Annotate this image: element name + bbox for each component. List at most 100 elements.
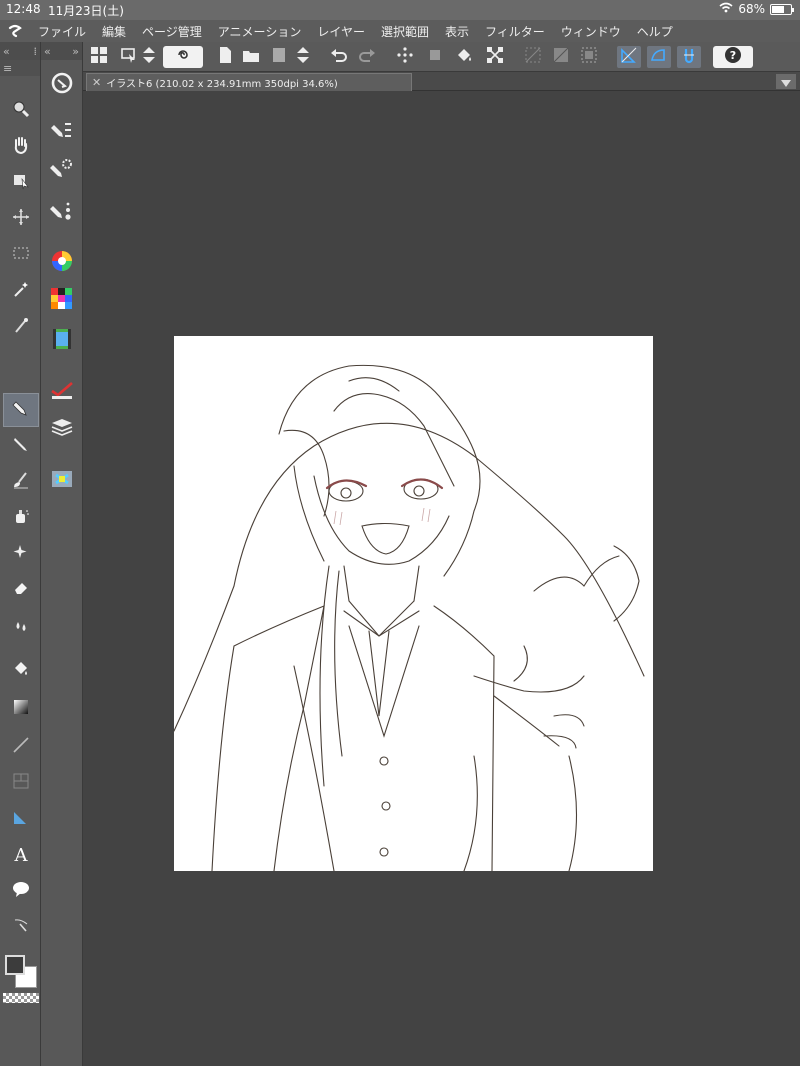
- sparkle-icon: [11, 542, 31, 566]
- grid-menu-button[interactable]: [87, 46, 111, 68]
- wifi-icon: [719, 2, 733, 16]
- color-wheel-button[interactable]: [45, 246, 79, 280]
- pen-dots-icon: [50, 199, 74, 227]
- scroll-updown-button-2[interactable]: [295, 46, 311, 68]
- selection-rect-icon: [11, 243, 31, 267]
- menu-animation[interactable]: アニメーション: [210, 23, 310, 40]
- blend-tool[interactable]: [3, 611, 39, 645]
- fill-button[interactable]: [453, 46, 477, 68]
- color-wheel-icon: [50, 249, 74, 277]
- balloon-tool[interactable]: [3, 874, 39, 908]
- eraser-tool[interactable]: [3, 573, 39, 607]
- close-tab-icon[interactable]: ✕: [92, 76, 101, 89]
- move-layer-icon: [11, 207, 31, 231]
- sub-palette-header: « »: [41, 42, 82, 60]
- hide-selection-button[interactable]: [521, 46, 545, 68]
- layer-property-button[interactable]: [45, 374, 79, 408]
- figure-tool[interactable]: [3, 730, 39, 764]
- selection-border-button[interactable]: [577, 46, 601, 68]
- transform-button[interactable]: [483, 46, 507, 68]
- new-file-button[interactable]: [213, 46, 237, 68]
- operation-tool[interactable]: [3, 166, 39, 200]
- menu-bar: ファイル 編集 ページ管理 アニメーション レイヤー 選択範囲 表示 フィルター…: [0, 20, 800, 42]
- undo-button[interactable]: [327, 46, 351, 68]
- airbrush-tool[interactable]: [3, 501, 39, 535]
- timeline-button[interactable]: [45, 324, 79, 358]
- move-layer-tool[interactable]: [3, 202, 39, 236]
- color-set-button[interactable]: [45, 284, 79, 318]
- sub-tool-palette-button[interactable]: [45, 116, 79, 150]
- eraser-icon: [11, 578, 31, 602]
- frame-icon: [11, 771, 31, 795]
- menu-layer[interactable]: レイヤー: [309, 23, 373, 40]
- magnifier-icon: [11, 99, 31, 123]
- menu-view[interactable]: 表示: [437, 23, 477, 40]
- snap-grid-button[interactable]: [677, 46, 701, 68]
- eyedropper-tool[interactable]: [3, 310, 39, 344]
- tab-menu-button[interactable]: [776, 74, 796, 89]
- clip-studio-button[interactable]: [163, 46, 203, 68]
- gradient-tool[interactable]: [3, 692, 39, 726]
- snap-ruler-icon: [620, 46, 638, 68]
- hand-tool[interactable]: [3, 130, 39, 164]
- pen-tool[interactable]: [3, 393, 39, 427]
- canvas-tab[interactable]: ✕ イラスト6 (210.02 x 234.91mm 350dpi 34.6%): [86, 73, 412, 91]
- collapse-left-icon-2[interactable]: «: [44, 45, 51, 58]
- zoom-tool[interactable]: [3, 94, 39, 128]
- redo-button[interactable]: [355, 46, 379, 68]
- palette-menu-icon[interactable]: ≡: [3, 62, 12, 75]
- brush-size-button[interactable]: [45, 196, 79, 230]
- battery-icon: [770, 3, 794, 15]
- magic-wand-icon: [11, 279, 31, 303]
- canvas-artboard[interactable]: [174, 336, 653, 871]
- snap-ruler-button[interactable]: [617, 46, 641, 68]
- selection-tool[interactable]: [3, 238, 39, 272]
- layer-palette-button[interactable]: [45, 412, 79, 446]
- collapse-left-icon[interactable]: «: [3, 45, 10, 58]
- help-button[interactable]: ?: [713, 46, 753, 68]
- menu-page-management[interactable]: ページ管理: [134, 23, 210, 40]
- frame-border-tool[interactable]: [3, 766, 39, 800]
- decoration-tool[interactable]: [3, 537, 39, 571]
- menu-window[interactable]: ウィンドウ: [553, 23, 629, 40]
- pencil-tool[interactable]: [3, 429, 39, 463]
- transparent-color-swatch[interactable]: [3, 993, 39, 1003]
- palette-grip-icon[interactable]: ⁞: [34, 45, 38, 58]
- chevron-down-icon: [781, 72, 791, 91]
- clear-button[interactable]: [393, 46, 417, 68]
- status-bar: 12:48 11月23日(土) 68%: [0, 0, 800, 20]
- menu-filter[interactable]: フィルター: [477, 23, 553, 40]
- menu-file[interactable]: ファイル: [30, 23, 94, 40]
- snap-special-ruler-button[interactable]: [647, 46, 671, 68]
- scroll-updown-button[interactable]: [141, 46, 157, 68]
- main-color-swatch[interactable]: [5, 955, 25, 975]
- tool-property-button[interactable]: [45, 154, 79, 188]
- navigator-button[interactable]: [45, 464, 79, 498]
- menu-edit[interactable]: 編集: [94, 23, 134, 40]
- menu-selection[interactable]: 選択範囲: [373, 23, 437, 40]
- snap-special-ruler-icon: [650, 46, 668, 68]
- snap-diagonal-icon: [552, 46, 570, 68]
- correct-line-tool[interactable]: [3, 910, 39, 944]
- snap-selection-button[interactable]: [549, 46, 573, 68]
- clip-studio-logo-icon[interactable]: [0, 20, 30, 42]
- clear-outside-icon: [426, 46, 444, 68]
- tool-palette-menu[interactable]: ≡: [0, 60, 40, 76]
- menu-help[interactable]: ヘルプ: [629, 23, 681, 40]
- collapse-right-icon[interactable]: »: [72, 45, 79, 58]
- color-set-icon: [50, 287, 74, 315]
- fill-tool[interactable]: [3, 654, 39, 688]
- clip-studio-search-button[interactable]: [45, 68, 79, 102]
- text-tool[interactable]: A: [3, 838, 39, 872]
- tool-palette-header: « ⁞: [0, 42, 40, 60]
- text-icon: A: [14, 844, 28, 866]
- select-canvas-button[interactable]: [117, 46, 141, 68]
- auto-select-tool[interactable]: [3, 274, 39, 308]
- ruler-tool[interactable]: [3, 802, 39, 836]
- save-button[interactable]: [267, 46, 291, 68]
- brush-tool[interactable]: [3, 465, 39, 499]
- command-bar: ?: [83, 42, 800, 72]
- airbrush-icon: [11, 506, 31, 530]
- open-file-button[interactable]: [239, 46, 263, 68]
- clear-outside-button[interactable]: [423, 46, 447, 68]
